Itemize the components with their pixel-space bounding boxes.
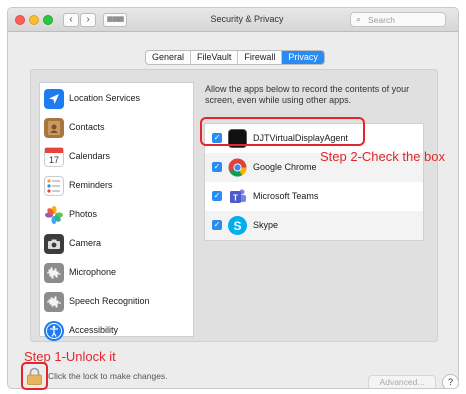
sidebar-item-speech-recognition[interactable]: Speech Recognition xyxy=(40,288,193,316)
photos-flower-icon xyxy=(44,205,64,225)
teams-icon: T xyxy=(228,187,247,206)
tab-general[interactable]: General xyxy=(146,51,192,64)
privacy-panel: Location Services Contacts 17 Calendars … xyxy=(30,69,438,342)
tab-firewall[interactable]: Firewall xyxy=(238,51,283,64)
svg-text:T: T xyxy=(233,194,238,203)
chrome-icon xyxy=(228,158,247,177)
sidebar-item-label: Calendars xyxy=(69,151,111,161)
back-button[interactable]: ‹ xyxy=(63,13,79,27)
help-button[interactable]: ? xyxy=(442,374,458,388)
sidebar-item-photos[interactable]: Photos xyxy=(40,201,193,229)
zoom-window-button[interactable] xyxy=(43,15,53,25)
sidebar-item-calendars[interactable]: 17 Calendars xyxy=(40,143,193,171)
svg-text:17: 17 xyxy=(49,155,59,165)
permission-description: Allow the apps below to record the conte… xyxy=(205,84,410,105)
svg-text:S: S xyxy=(233,219,241,233)
preferences-window: ‹ › ▦▦▦ Security & Privacy ⌕ Search Gene… xyxy=(7,7,459,389)
window-title: Security & Privacy xyxy=(210,14,284,24)
sidebar-item-label: Camera xyxy=(69,238,102,248)
sidebar-item-camera[interactable]: Camera xyxy=(40,230,193,258)
lock-icon[interactable] xyxy=(26,367,43,385)
forward-button[interactable]: › xyxy=(80,13,96,27)
location-arrow-icon xyxy=(44,89,64,109)
reminders-icon xyxy=(44,176,64,196)
tab-bar: General FileVault Firewall Privacy xyxy=(145,50,325,65)
advanced-button[interactable]: Advanced... xyxy=(368,375,436,388)
sidebar-item-label: Microphone xyxy=(69,267,117,277)
app-checkbox[interactable]: ✓ xyxy=(212,220,222,230)
privacy-category-list: Location Services Contacts 17 Calendars … xyxy=(39,82,194,341)
speech-waveform-icon xyxy=(44,292,64,312)
sidebar-item-accessibility[interactable]: Accessibility xyxy=(40,317,193,345)
app-checkbox[interactable]: ✓ xyxy=(212,191,222,201)
close-window-button[interactable] xyxy=(15,15,25,25)
camera-icon xyxy=(44,234,64,254)
app-row-microsoft-teams: ✓ T Microsoft Teams xyxy=(205,182,423,211)
calendar-icon: 17 xyxy=(44,147,64,167)
accessibility-icon xyxy=(44,321,64,341)
sidebar-item-microphone[interactable]: Microphone xyxy=(40,259,193,287)
app-name: Microsoft Teams xyxy=(253,191,319,201)
step2-annotation: Step 2-Check the box xyxy=(320,149,446,164)
sidebar-item-reminders[interactable]: Reminders xyxy=(40,172,193,200)
partial-app-icon xyxy=(228,240,247,241)
title-bar: ‹ › ▦▦▦ Security & Privacy ⌕ Search xyxy=(8,8,458,32)
microphone-waveform-icon xyxy=(44,263,64,283)
sidebar-item-label: Accessibility xyxy=(69,325,119,335)
contacts-book-icon xyxy=(44,118,64,138)
minimize-window-button[interactable] xyxy=(29,15,39,25)
tab-privacy[interactable]: Privacy xyxy=(282,51,324,64)
lock-hint-text: Click the lock to make changes. xyxy=(48,371,168,381)
step2-highlight-box xyxy=(200,117,365,146)
sidebar-item-label: Contacts xyxy=(69,122,105,132)
app-name: Google Chrome xyxy=(253,162,317,172)
sidebar-item-contacts[interactable]: Contacts xyxy=(40,114,193,142)
sidebar-item-location-services[interactable]: Location Services xyxy=(40,85,193,113)
show-all-grid-button[interactable]: ▦▦▦ xyxy=(103,13,127,27)
search-field[interactable]: ⌕ Search xyxy=(350,12,446,27)
app-row-skype: ✓ S Skype xyxy=(205,211,423,240)
sidebar-item-label: Photos xyxy=(69,209,98,219)
app-checkbox[interactable]: ✓ xyxy=(212,162,222,172)
search-icon: ⌕ xyxy=(356,14,362,24)
sidebar-item-label: Speech Recognition xyxy=(69,296,150,306)
sidebar-item-label: Reminders xyxy=(69,180,113,190)
skype-icon: S xyxy=(228,216,247,235)
app-name: Skype xyxy=(253,220,279,230)
sidebar-item-label: Location Services xyxy=(69,93,141,103)
tab-filevault[interactable]: FileVault xyxy=(191,51,239,64)
search-placeholder: Search xyxy=(368,15,395,25)
